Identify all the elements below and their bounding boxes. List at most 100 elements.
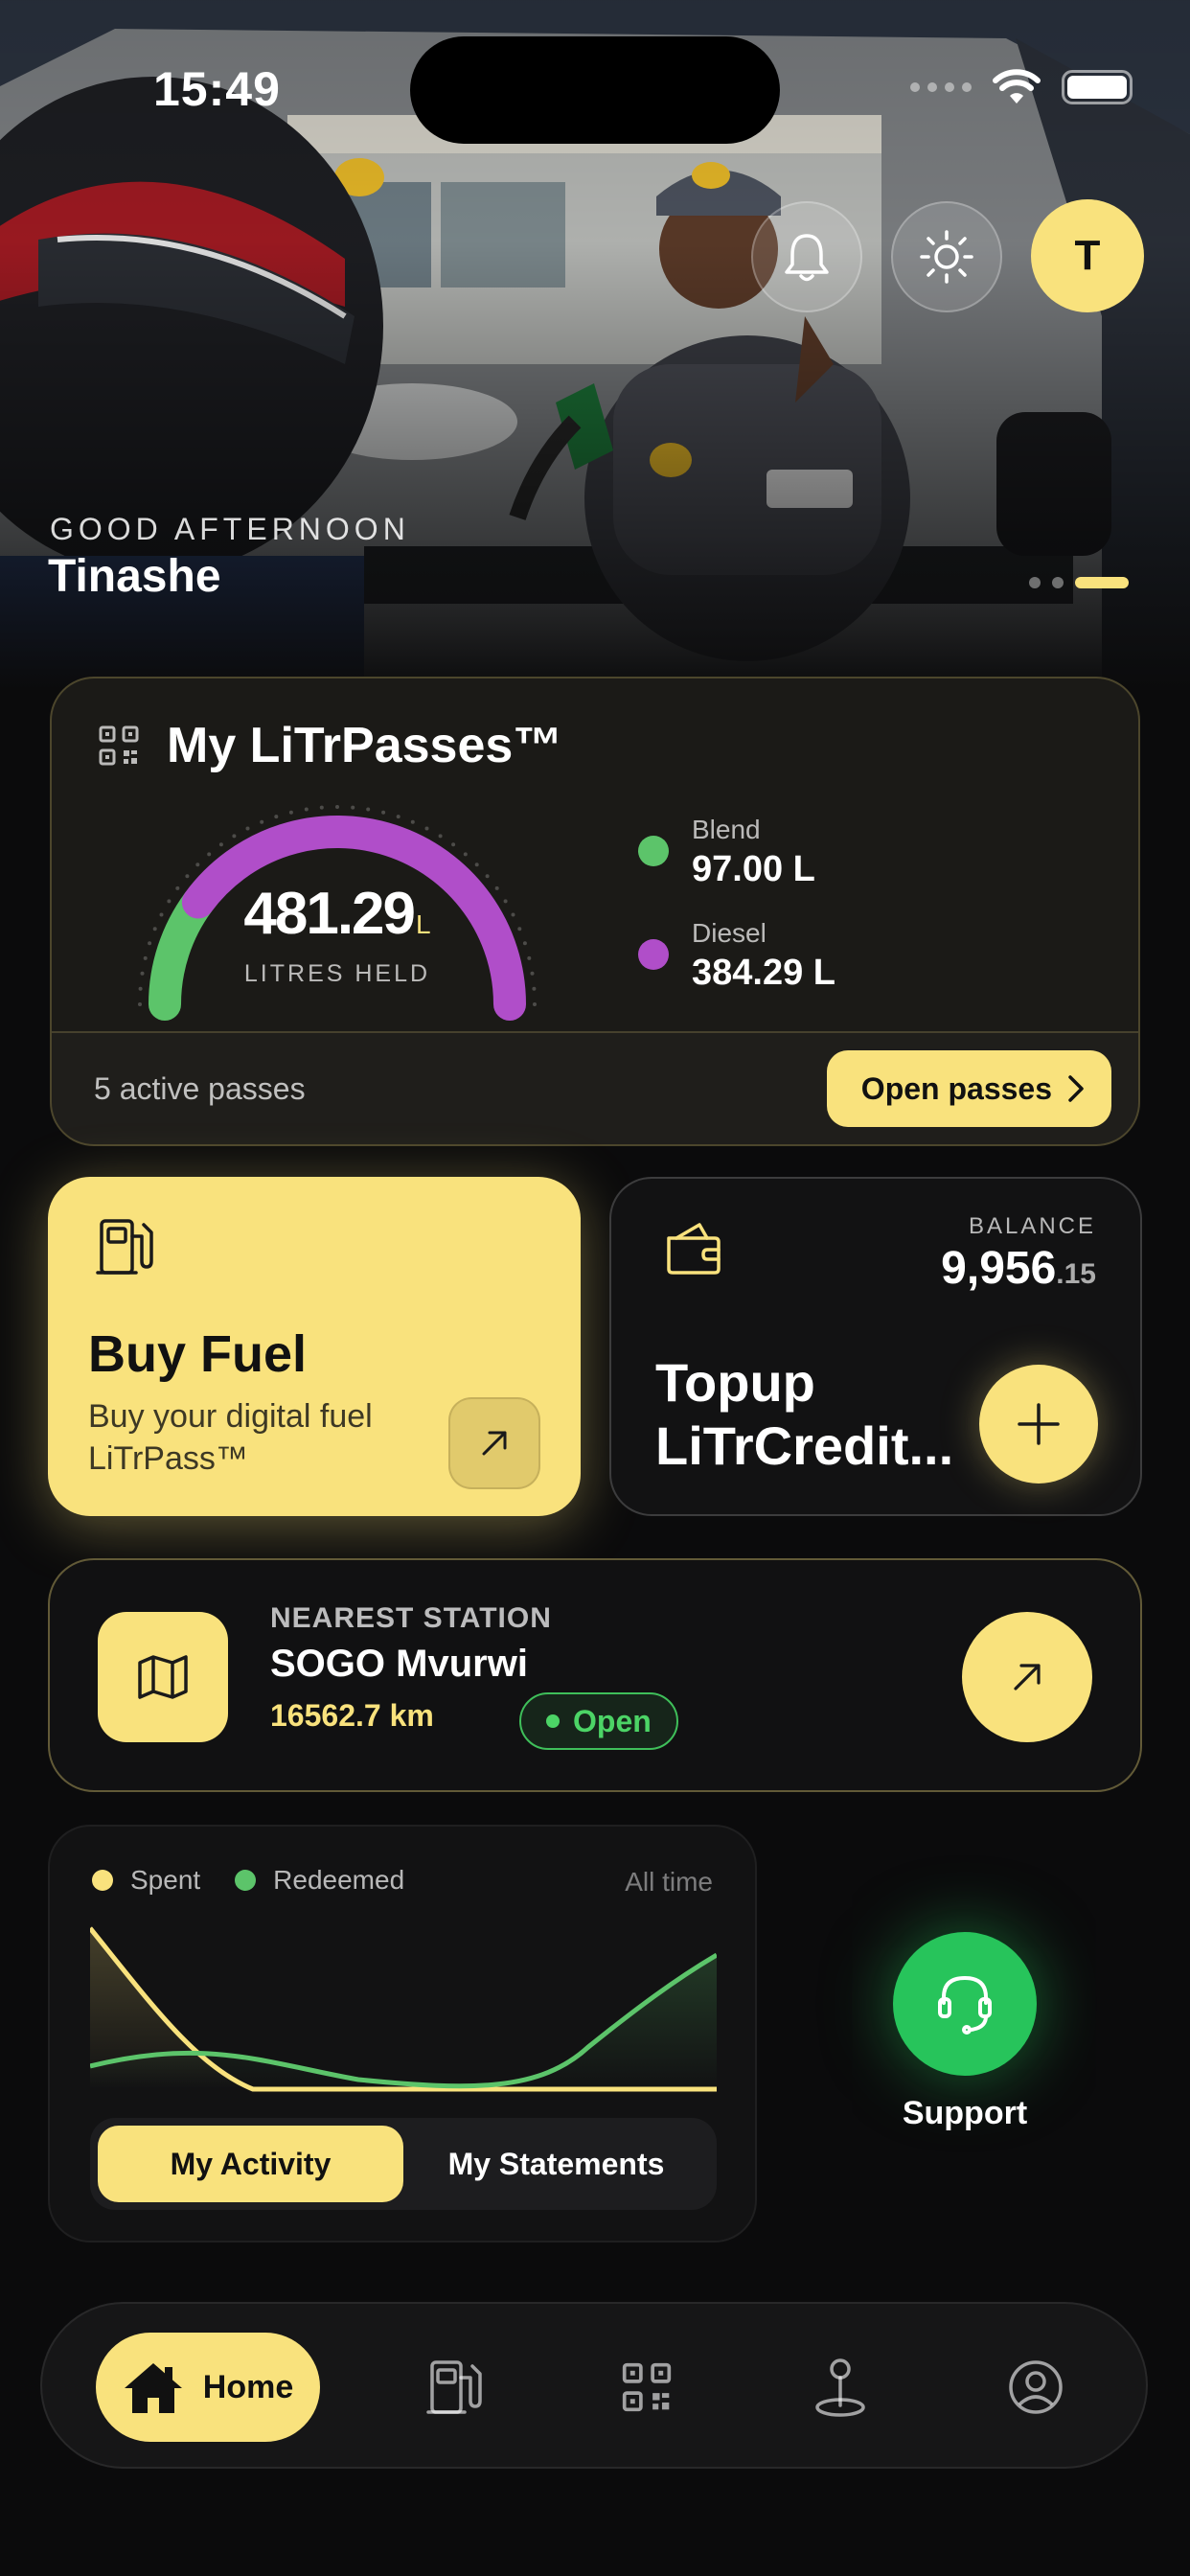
activity-sparkline-chart <box>90 1926 717 2092</box>
activity-tabs: My Activity My Statements <box>90 2118 717 2210</box>
gauge-tick <box>424 826 429 831</box>
buy-fuel-title: Buy Fuel <box>88 1325 308 1383</box>
gauge-tick <box>381 810 386 815</box>
gauge-tick <box>195 862 200 867</box>
greeting-text: GOOD AFTERNOON <box>50 512 410 546</box>
gauge-tick <box>351 805 355 810</box>
bottom-navigation: Home <box>40 2302 1148 2469</box>
gauge-tick <box>485 874 490 879</box>
chevron-right-icon <box>1068 1075 1084 1102</box>
nearest-station-card[interactable]: NEAREST STATION SOGO Mvurwi 16562.7 km O… <box>48 1558 1142 1792</box>
station-directions-button[interactable] <box>962 1612 1092 1742</box>
status-time: 15:49 <box>153 62 281 116</box>
activity-card: Spent Redeemed All time My Activity My S… <box>48 1825 757 2242</box>
buy-fuel-arrow-button[interactable] <box>448 1397 540 1489</box>
litrpasses-card[interactable]: My LiTrPasses™ 481.29L LITRES HELD Blend… <box>50 677 1140 1146</box>
diesel-label: Diesel <box>692 918 767 948</box>
nav-qr[interactable] <box>606 2346 688 2428</box>
map-icon <box>138 1655 188 1699</box>
arrow-up-right-icon <box>482 1431 507 1456</box>
map-pin-icon <box>815 2358 865 2417</box>
hero-banner: 15:49 T GOOD AFTERNOON Tinashe <box>0 0 1190 690</box>
litres-total: 481.29L <box>136 880 538 948</box>
balance-cents: .15 <box>1056 1258 1096 1290</box>
topup-card[interactable]: BALANCE 9,956.15 Topup LiTrCredit... <box>609 1177 1142 1516</box>
avatar-button[interactable]: T <box>1031 199 1144 312</box>
nav-fuel[interactable] <box>414 2346 496 2428</box>
activity-legend: Spent Redeemed <box>92 1865 422 1896</box>
gauge-tick <box>451 842 456 847</box>
buy-fuel-card[interactable]: Buy Fuel Buy your digital fuel LiTrPass™ <box>48 1177 581 1516</box>
nav-home-label: Home <box>202 2368 294 2405</box>
user-name: Tinashe <box>48 551 221 602</box>
nearest-station-label: NEAREST STATION <box>270 1602 552 1634</box>
pager-dot[interactable] <box>1029 577 1041 588</box>
litrpasses-header: My LiTrPasses™ <box>98 717 562 774</box>
litrpasses-footer: 5 active passes Open passes <box>52 1031 1138 1144</box>
litres-total-value: 481.29 <box>243 881 416 947</box>
headset-icon <box>938 1976 992 2035</box>
status-indicators <box>910 69 1133 105</box>
notifications-button[interactable] <box>751 201 862 312</box>
nav-locations[interactable] <box>799 2346 881 2428</box>
banner-pager[interactable] <box>1029 577 1129 588</box>
topup-title: Topup LiTrCredit... <box>655 1351 972 1478</box>
qr-code-icon <box>622 2362 672 2412</box>
gauge-tick <box>438 834 443 839</box>
open-passes-button[interactable]: Open passes <box>826 1050 1111 1127</box>
topup-title-line1: Topup <box>655 1352 815 1413</box>
gauge-tick <box>207 852 212 857</box>
home-screen: 15:49 T GOOD AFTERNOON Tinashe My LiTrPa… <box>0 0 1190 2576</box>
open-passes-label: Open passes <box>860 1070 1052 1106</box>
user-circle-icon <box>1009 2360 1063 2414</box>
spent-dot <box>92 1870 113 1891</box>
support-button[interactable] <box>893 1932 1037 2076</box>
blend-dot <box>638 836 669 866</box>
nav-home[interactable]: Home <box>96 2333 320 2442</box>
station-name: SOGO Mvurwi <box>270 1643 528 1685</box>
litres-caption: LITRES HELD <box>243 960 431 987</box>
activity-period[interactable]: All time <box>625 1867 713 1898</box>
fuel-pump-icon <box>426 2360 482 2414</box>
litres-total-unit: L <box>416 909 431 939</box>
topup-add-button[interactable] <box>979 1365 1098 1484</box>
gauge-tick <box>245 826 250 831</box>
gauge-tick <box>410 819 415 824</box>
home-icon <box>124 2363 182 2413</box>
diesel-dot <box>638 939 669 970</box>
legend-blend: Blend 97.00 L <box>638 815 815 890</box>
gauge-tick <box>232 834 237 839</box>
cellular-signal-icon <box>910 82 972 92</box>
fuel-pump-icon <box>96 1219 153 1275</box>
map-tile <box>98 1612 228 1742</box>
nav-profile[interactable] <box>995 2346 1077 2428</box>
gauge-tick <box>335 805 339 809</box>
dynamic-island <box>410 36 780 144</box>
blend-label: Blend <box>692 815 761 844</box>
battery-icon <box>1062 70 1133 104</box>
arrow-up-right-icon <box>1014 1664 1041 1690</box>
gauge-tick <box>274 815 279 819</box>
gauge-tick <box>474 862 479 867</box>
balance-label: BALANCE <box>968 1213 1096 1239</box>
wifi-icon <box>993 69 1041 104</box>
qr-code-icon <box>99 725 139 766</box>
balance-value: 9,956.15 <box>941 1242 1096 1295</box>
tab-my-statements[interactable]: My Statements <box>403 2126 709 2202</box>
sun-icon <box>920 230 973 284</box>
gauge-tick <box>396 815 400 819</box>
tab-my-activity[interactable]: My Activity <box>98 2126 403 2202</box>
wallet-icon <box>667 1223 721 1275</box>
pager-dot-active[interactable] <box>1075 577 1129 588</box>
diesel-value: 384.29 L <box>692 953 835 993</box>
pager-dot[interactable] <box>1052 577 1064 588</box>
status-dot <box>546 1714 560 1728</box>
legend-diesel: Diesel 384.29 L <box>638 918 835 994</box>
blend-value: 97.00 L <box>692 849 815 889</box>
gauge-tick <box>304 807 309 812</box>
balance-main: 9,956 <box>941 1243 1057 1294</box>
theme-toggle-button[interactable] <box>891 201 1002 312</box>
gauge-tick <box>185 874 190 879</box>
buy-fuel-subtitle: Buy your digital fuel LiTrPass™ <box>88 1398 373 1477</box>
gauge-tick <box>366 807 371 812</box>
